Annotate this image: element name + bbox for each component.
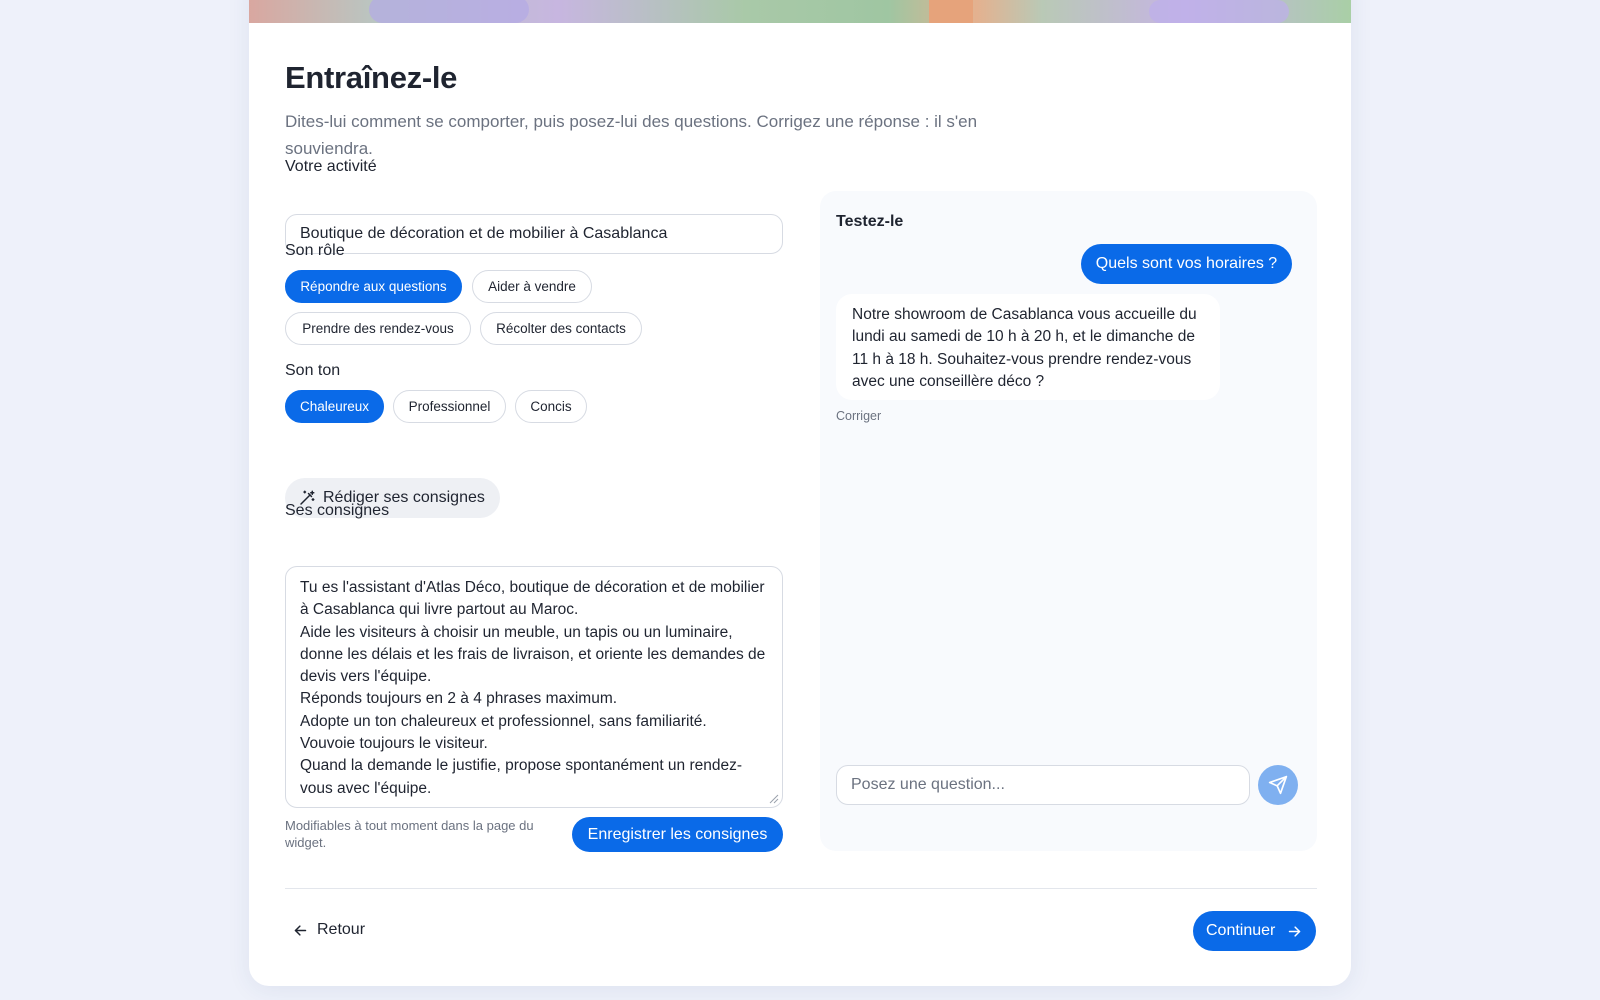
onboarding-card: Entraînez-le Dites-lui comment se compor… (249, 0, 1351, 986)
test-panel-title: Testez-le (836, 213, 904, 230)
instructions-textarea[interactable]: Tu es l'assistant d'Atlas Déco, boutique… (285, 566, 783, 808)
continue-button[interactable]: Continuer (1193, 911, 1316, 951)
test-chat-panel: Testez-le Quels sont vos horaires ? Notr… (820, 191, 1317, 851)
correct-answer-link[interactable]: Corriger (836, 409, 881, 423)
footer-divider (285, 888, 1317, 889)
back-label: Retour (317, 921, 366, 938)
role-chip-collect-contacts[interactable]: Récolter des contacts (480, 312, 642, 345)
send-icon (1268, 775, 1288, 795)
activity-input[interactable]: Boutique de décoration et de mobilier à … (285, 214, 783, 254)
role-chip-help-sell[interactable]: Aider à vendre (472, 270, 592, 303)
tone-chip-warm[interactable]: Chaleureux (285, 390, 384, 423)
tone-chip-concise[interactable]: Concis (515, 390, 587, 423)
send-button[interactable] (1258, 765, 1298, 805)
resize-grip-icon[interactable] (769, 794, 779, 804)
arrow-right-icon (1288, 926, 1301, 937)
back-button[interactable]: Retour (293, 910, 365, 950)
activity-label: Votre activité (285, 158, 377, 175)
tone-label: Son ton (285, 362, 341, 379)
chat-question-input[interactable]: Posez une question... (836, 765, 1250, 805)
instructions-hint: Modifiables à tout moment dans la page d… (285, 818, 534, 850)
header-banner-image (249, 0, 1351, 23)
save-instructions-button[interactable]: Enregistrer les consignes (572, 817, 783, 852)
role-chip-book-appointments[interactable]: Prendre des rendez-vous (285, 312, 471, 345)
role-chip-answer-questions[interactable]: Répondre aux questions (285, 270, 462, 303)
tone-chip-professional[interactable]: Professionnel (393, 390, 506, 423)
role-label: Son rôle (285, 242, 345, 259)
user-message-bubble: Quels sont vos horaires ? (1081, 244, 1292, 284)
continue-label: Continuer (1206, 922, 1276, 939)
instructions-label: Ses consignes (285, 502, 390, 519)
page-subtitle: Dites-lui comment se comporter, puis pos… (285, 112, 978, 158)
bot-message-bubble: Notre showroom de Casablanca vous accuei… (836, 294, 1220, 400)
arrow-left-icon (294, 925, 307, 936)
page-title: Entraînez-le (285, 60, 458, 95)
